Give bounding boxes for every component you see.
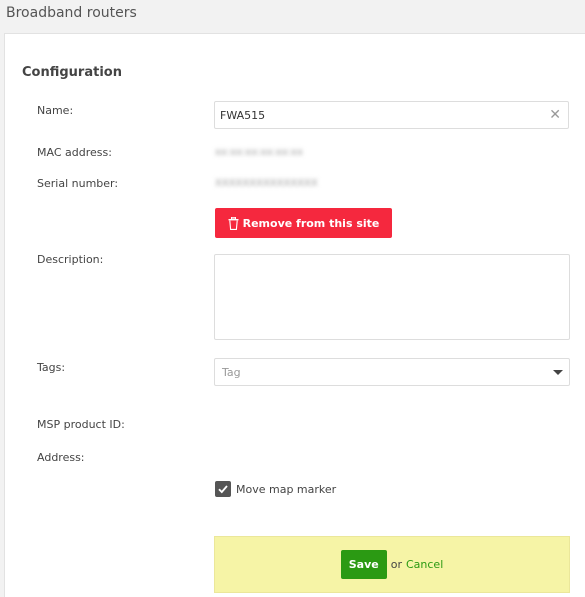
msp-product-id-label: MSP product ID: (37, 418, 125, 431)
address-label: Address: (37, 451, 85, 464)
move-map-marker-label: Move map marker (236, 482, 337, 496)
tags-label: Tags: (37, 361, 66, 374)
serial-value: XXXXXXXXXXXXXXX (215, 178, 318, 189)
name-value: FWA515 (220, 109, 266, 122)
trash-icon (228, 216, 239, 230)
caret-down-icon (553, 370, 563, 375)
mac-value: xx:xx:xx:xx:xx:xx (215, 147, 303, 158)
save-bar: Save or Cancel (214, 536, 570, 593)
checkmark-icon[interactable] (215, 481, 231, 497)
remove-from-site-button[interactable]: Remove from this site (215, 208, 392, 238)
cancel-link[interactable]: Cancel (406, 558, 443, 571)
save-button[interactable]: Save (340, 550, 387, 579)
tags-select[interactable]: Tag (214, 358, 570, 386)
page-title: Broadband routers (6, 5, 137, 21)
tag-placeholder: Tag (222, 366, 241, 379)
clear-icon[interactable]: ✕ (549, 107, 561, 123)
section-title: Configuration (22, 65, 122, 80)
serial-label: Serial number: (37, 177, 119, 190)
remove-button-label: Remove from this site (242, 216, 380, 230)
name-label: Name: (37, 104, 74, 117)
description-textarea[interactable] (214, 254, 570, 340)
or-text: or (390, 558, 402, 571)
configuration-panel: Configuration Name: FWA515 ✕ MAC address… (4, 33, 585, 597)
name-input[interactable]: FWA515 ✕ (214, 101, 569, 129)
description-label: Description: (37, 253, 104, 266)
mac-label: MAC address: (37, 146, 112, 159)
move-map-marker-checkbox[interactable]: Move map marker (215, 481, 336, 497)
